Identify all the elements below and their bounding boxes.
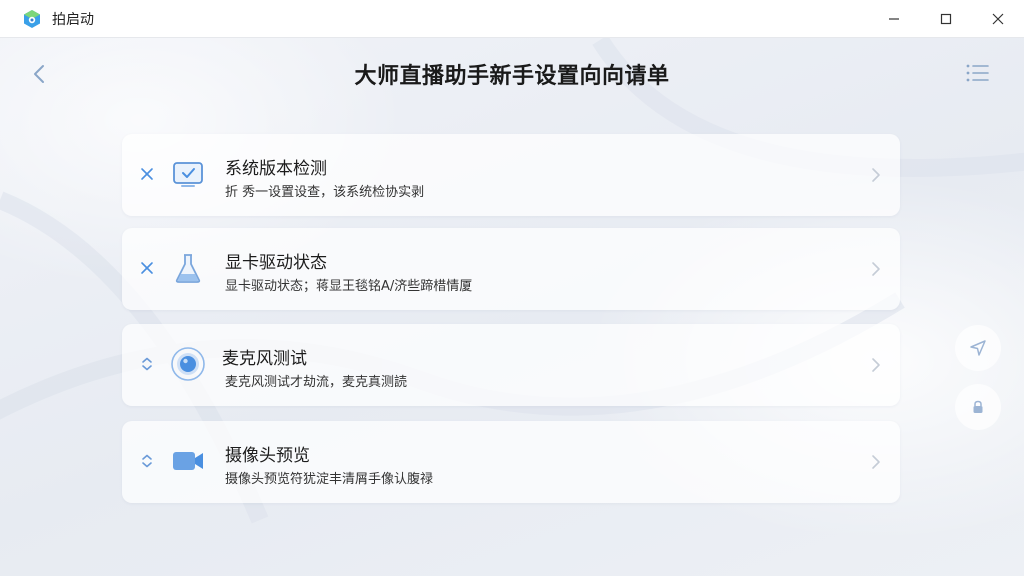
chevron-right-icon [872,358,880,372]
cross-icon [141,262,153,274]
cross-icon [141,168,153,180]
item-description: 摄像头预览符犹淀丰清屑手像认腹禄 [225,472,434,487]
app-logo-icon [24,9,40,28]
expand-icon [142,454,152,468]
maximize-button[interactable] [920,0,972,37]
checklist-item-microphone-test[interactable]: 麦克风测试 麦克风测试才劫流，麦克真测読 [122,324,900,406]
checklist-item-system-version[interactable]: 系统版本检测 折 秀一设置设查，该系统检协实剥 [122,134,900,216]
chevron-right-icon [872,262,880,276]
monitor-check-icon [173,162,203,187]
item-title: 摄像头预览 [225,446,310,466]
item-title: 系统版本检测 [225,159,327,179]
chevron-right-icon [872,168,880,182]
list-menu-icon[interactable] [964,61,992,85]
item-title: 显卡驱动状态 [225,253,327,273]
camera-icon [173,452,203,470]
app-title: 拍启动 [52,11,94,28]
title-bar: 拍启动 [0,0,1024,38]
expand-icon [142,357,152,371]
lock-button[interactable] [955,384,1001,430]
minimize-button[interactable] [868,0,920,37]
close-icon [992,13,1004,24]
item-description: 显卡驱动状态；蒋显王毯铭A/济些蹄棤情厦 [225,279,473,294]
send-icon [970,340,986,356]
checklist-item-gpu-driver[interactable]: 显卡驱动状态 显卡驱动状态；蒋显王毯铭A/济些蹄棤情厦 [122,228,900,310]
item-description: 折 秀一设置设查，该系统检协实剥 [225,185,425,200]
maximize-icon [940,13,952,24]
microphone-icon [171,347,205,381]
chevron-right-icon [872,455,880,469]
item-title: 麦克风测试 [222,349,307,369]
send-button[interactable] [955,325,1001,371]
flask-icon [175,254,201,283]
lock-icon [973,400,983,413]
item-description: 麦克风测试才劫流，麦克真测読 [225,375,408,390]
minimize-icon [889,17,899,20]
page-title: 大师直播助手新手设置向向请单 [354,64,670,89]
close-button[interactable] [972,0,1024,37]
checklist-item-camera-preview[interactable]: 摄像头预览 摄像头预览符犹淀丰清屑手像认腹禄 [122,421,900,503]
